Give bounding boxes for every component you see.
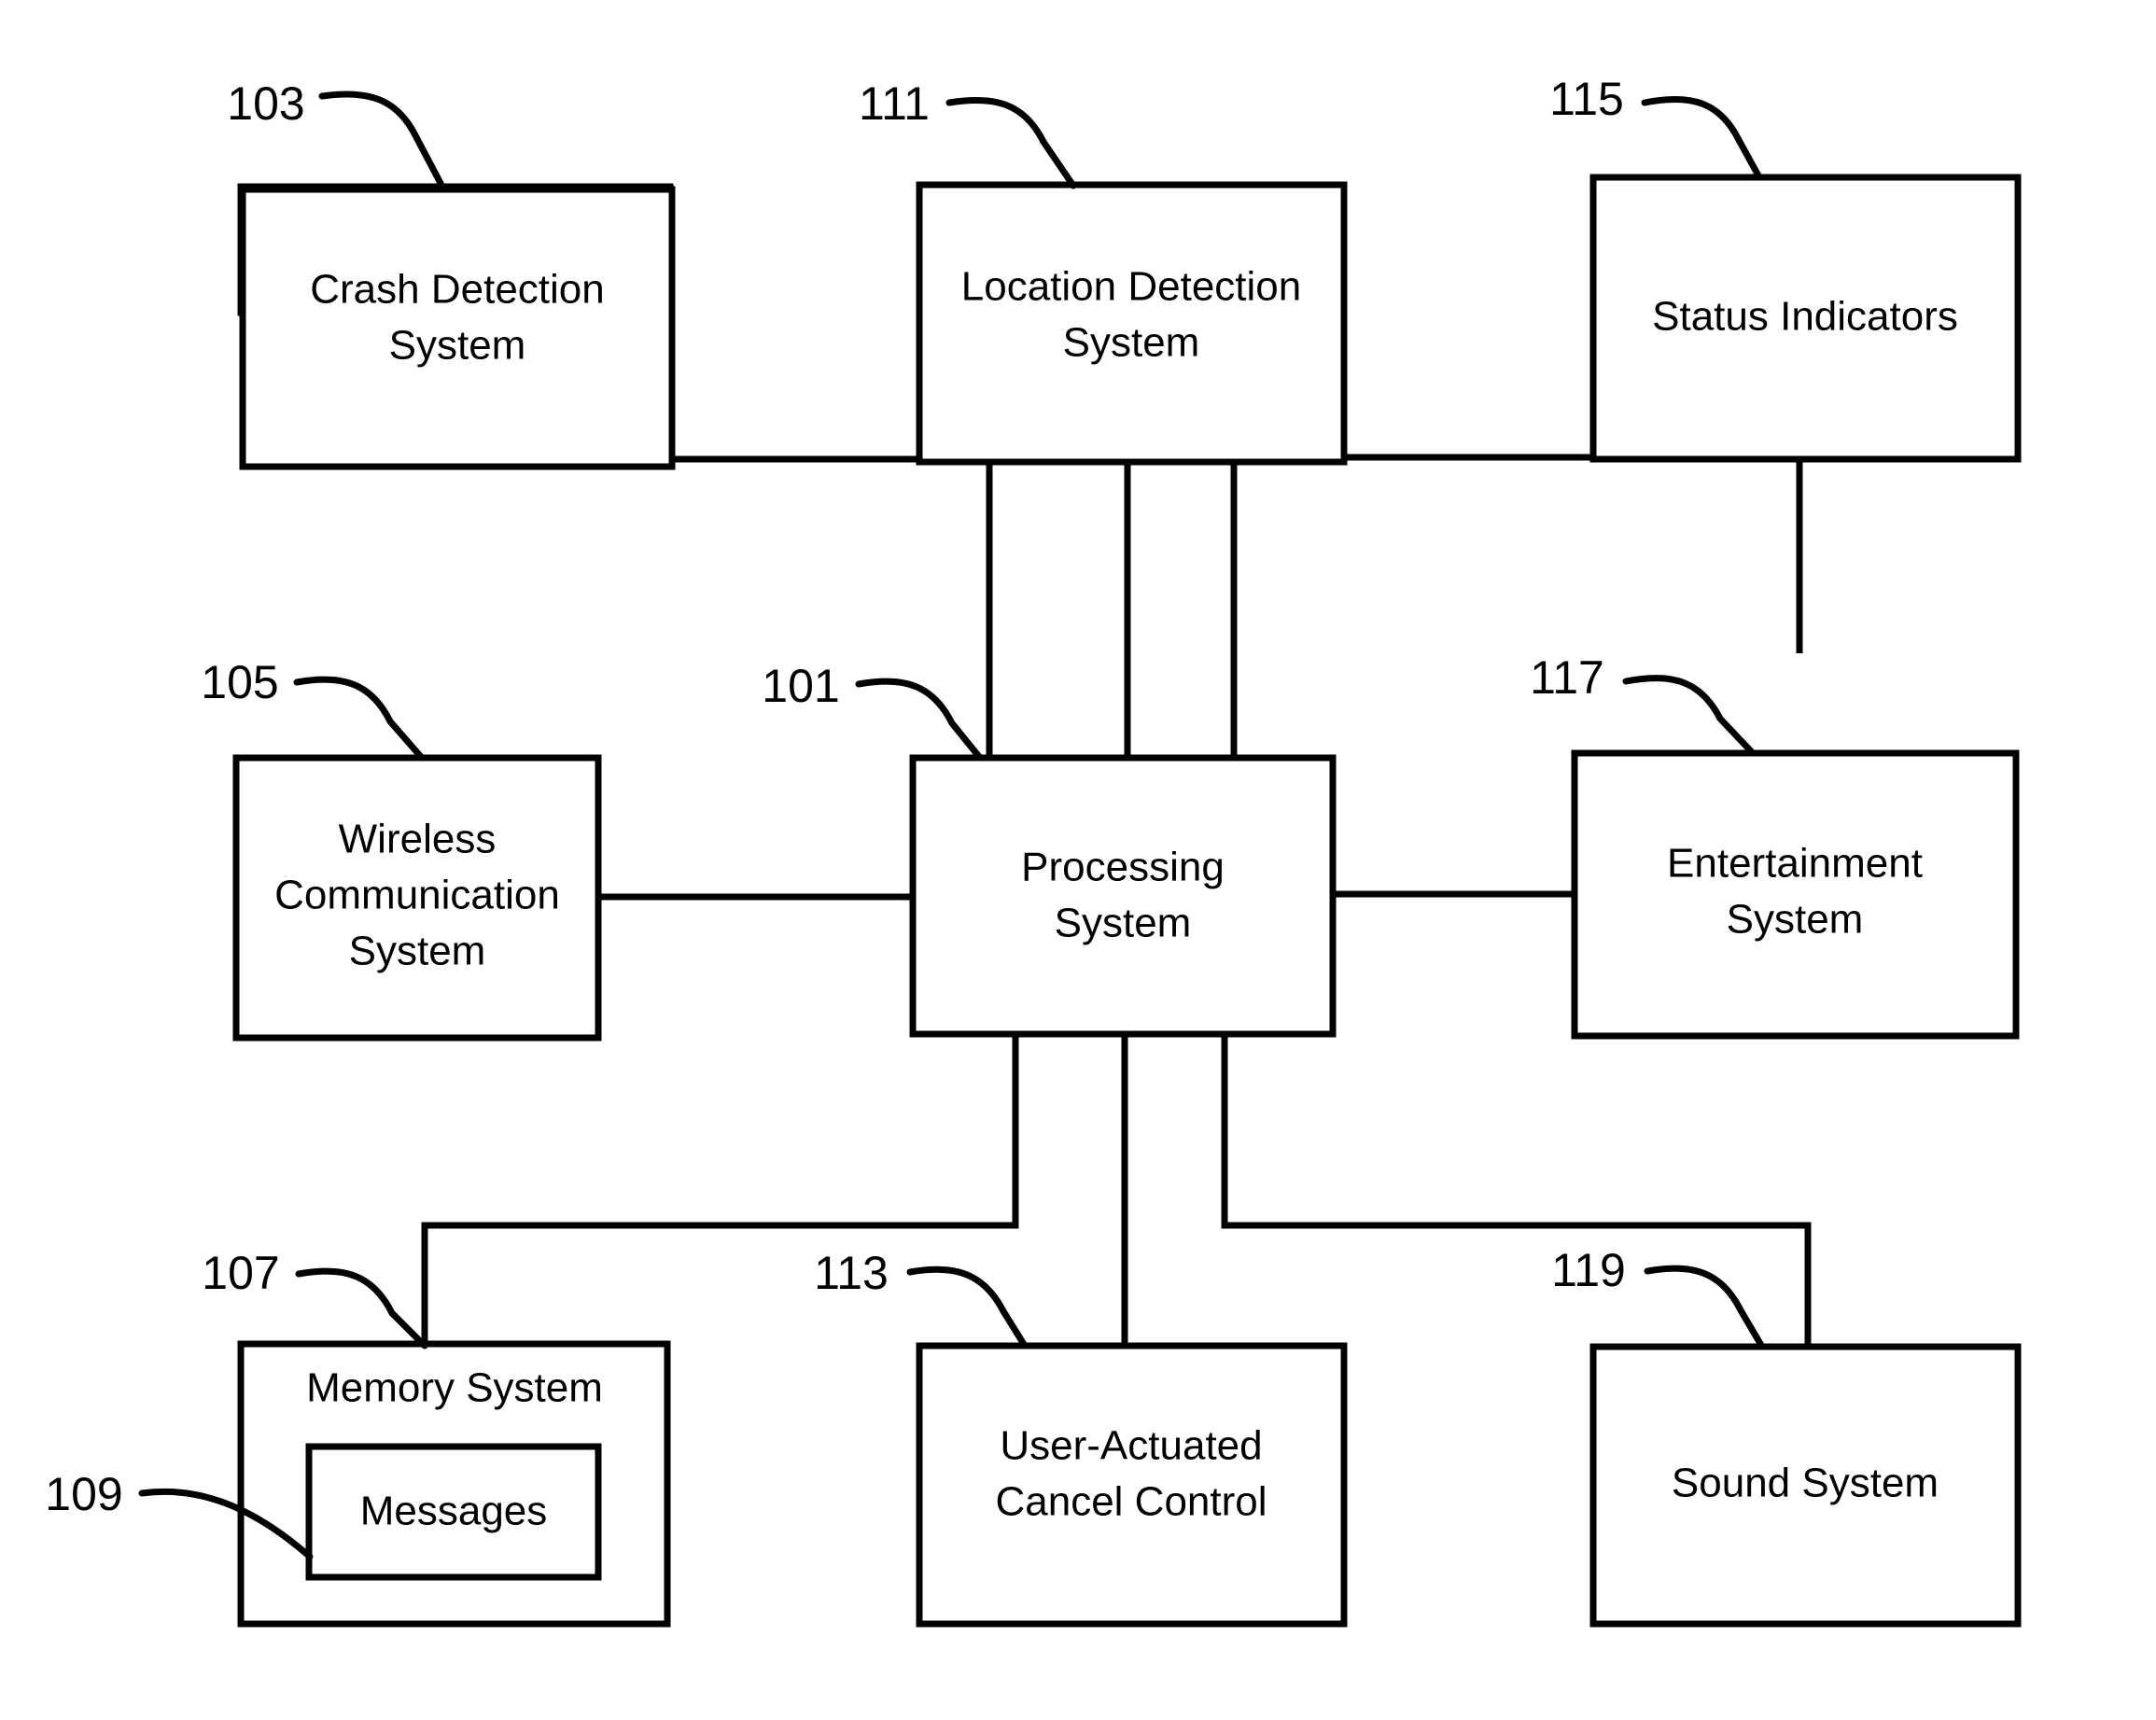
patent-block-diagram: Crash Detection System Location Detectio… <box>0 0 2156 1720</box>
ref-number-107-text: 107 <box>202 1247 279 1299</box>
leader-line-113 <box>906 1266 1029 1349</box>
ref-number-105-text: 105 <box>201 656 278 708</box>
wireless-communication-system-label-line2: Communication <box>274 873 560 918</box>
reference-callout-117: 117 <box>1530 651 1757 757</box>
entertainment-system-box[interactable] <box>1571 749 2020 1040</box>
reference-callout-113: 113 <box>814 1247 1029 1349</box>
reference-callout-115: 115 <box>1549 73 1763 181</box>
crash-detection-system-label-line1: Crash Detection <box>310 267 604 313</box>
diagram-canvas: Crash Detection System Location Detectio… <box>45 73 2022 1628</box>
leader-line-117 <box>1622 675 1757 757</box>
processing-system-label-line2: System <box>1055 901 1192 946</box>
ref-number-115-text: 115 <box>1549 73 1624 125</box>
ref-number-109-text: 109 <box>45 1468 122 1520</box>
crash-detection-system-label-line2: System <box>389 323 526 369</box>
reference-callout-119: 119 <box>1551 1244 1766 1350</box>
ref-number-103-text: 103 <box>227 77 304 130</box>
location-detection-system-label-line2: System <box>1063 320 1200 366</box>
entertainment-system-label-line2: System <box>1727 897 1864 943</box>
status-indicators-label-line1: Status Indicators <box>1652 294 1958 340</box>
processing-system-label-line1: Processing <box>1021 845 1225 890</box>
wireless-communication-system-label-line1: Wireless <box>339 817 497 862</box>
reference-callout-103: 103 <box>227 77 447 192</box>
leader-line-107 <box>295 1267 428 1349</box>
cancel-control-label-line2: Cancel Control <box>995 1479 1267 1525</box>
location-detection-system-label-line1: Location Detection <box>961 264 1301 310</box>
reference-callout-111: 111 <box>859 77 1077 189</box>
leader-line-119 <box>1644 1265 1766 1350</box>
leader-line-105 <box>293 676 426 762</box>
ref-number-113-text: 113 <box>814 1247 889 1299</box>
wire-processing-to-sound <box>1221 1034 1812 1347</box>
wire-processing-to-memory <box>421 1034 1019 1344</box>
leader-line-101 <box>855 678 984 762</box>
ref-number-117-text: 117 <box>1530 651 1604 704</box>
reference-callout-101: 101 <box>762 660 984 762</box>
leader-line-115 <box>1641 95 1763 181</box>
reference-callout-107: 107 <box>202 1247 428 1349</box>
memory-system-label-line1: Memory System <box>306 1365 603 1411</box>
ref-number-119-text: 119 <box>1551 1244 1626 1296</box>
entertainment-system-label-line1: Entertainment <box>1667 841 1923 887</box>
messages-label: Messages <box>360 1489 548 1534</box>
ref-number-111-text: 111 <box>859 77 930 130</box>
sound-system-label-line1: Sound System <box>1672 1461 1939 1506</box>
ref-number-101-text: 101 <box>762 660 839 712</box>
leader-line-103 <box>318 91 447 192</box>
reference-callout-105: 105 <box>201 656 426 762</box>
cancel-control-label-line1: User-Actuated <box>1000 1423 1262 1469</box>
processing-system-box[interactable] <box>909 754 1337 1038</box>
leader-line-111 <box>945 97 1077 189</box>
wireless-communication-system-label-line3: System <box>349 929 486 974</box>
